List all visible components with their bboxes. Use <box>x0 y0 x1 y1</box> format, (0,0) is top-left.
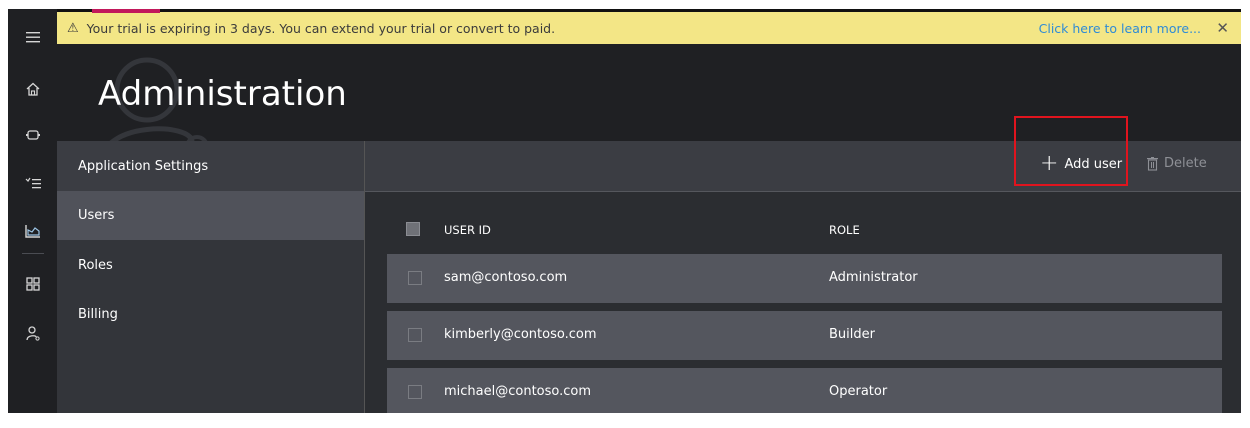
nav-item-application-settings[interactable]: Application Settings <box>57 141 364 191</box>
rail-divider <box>22 253 44 254</box>
app-window: ⚠ Your trial is expiring in 3 days. You … <box>8 9 1241 413</box>
add-user-label: Add user <box>1064 156 1123 172</box>
user-id-cell: sam@contoso.com <box>444 270 568 285</box>
admin-icon[interactable] <box>8 321 57 345</box>
page-title: Administration <box>98 74 347 114</box>
nav-item-users[interactable]: Users <box>57 191 364 240</box>
column-header-role: ROLE <box>829 223 860 237</box>
page-header: Administration <box>57 44 1241 141</box>
user-id-cell: michael@contoso.com <box>444 384 592 399</box>
role-cell: Builder <box>829 327 875 342</box>
accent-tab <box>92 9 160 13</box>
rules-icon[interactable] <box>8 171 57 195</box>
nav-item-roles[interactable]: Roles <box>57 240 364 289</box>
learn-more-link[interactable]: Click here to learn more... <box>1039 21 1201 36</box>
device-icon[interactable] <box>8 123 57 147</box>
settings-nav: Application Settings Users Roles Billing <box>57 141 364 413</box>
role-cell: Administrator <box>829 270 918 285</box>
menu-icon[interactable] <box>8 25 57 49</box>
analytics-icon[interactable] <box>8 219 57 243</box>
banner-message: Your trial is expiring in 3 days. You ca… <box>86 20 556 36</box>
table-row[interactable]: michael@contoso.com Operator <box>387 368 1222 413</box>
nav-item-label: Roles <box>78 258 113 273</box>
trash-icon <box>1147 156 1158 171</box>
nav-item-label: Billing <box>78 307 118 322</box>
table-header: USER ID ROLE <box>387 218 1222 242</box>
column-header-user-id: USER ID <box>444 223 491 237</box>
close-icon[interactable]: ✕ <box>1216 19 1229 37</box>
toolbar: + Add user Delete <box>365 141 1241 192</box>
select-all-checkbox[interactable] <box>406 222 420 236</box>
table-row[interactable]: sam@contoso.com Administrator <box>387 254 1222 303</box>
user-id-cell: kimberly@contoso.com <box>444 327 597 342</box>
nav-item-label: Application Settings <box>78 158 209 174</box>
warning-icon: ⚠ <box>67 20 79 36</box>
table-row[interactable]: kimberly@contoso.com Builder <box>387 311 1222 360</box>
users-panel: + Add user Delete USER ID ROLE sam@conto… <box>364 141 1241 413</box>
nav-item-label: Users <box>78 208 115 223</box>
left-rail <box>8 9 57 413</box>
dashboard-icon[interactable] <box>8 272 57 296</box>
add-user-button[interactable]: + Add user <box>1040 151 1123 176</box>
row-checkbox[interactable] <box>408 328 422 342</box>
nav-item-billing[interactable]: Billing <box>57 289 364 338</box>
role-cell: Operator <box>829 384 888 399</box>
row-checkbox[interactable] <box>408 385 422 399</box>
home-icon[interactable] <box>8 77 57 101</box>
row-checkbox[interactable] <box>408 271 422 285</box>
delete-button[interactable]: Delete <box>1147 156 1207 171</box>
delete-label: Delete <box>1164 156 1207 171</box>
trial-banner: ⚠ Your trial is expiring in 3 days. You … <box>57 12 1241 44</box>
plus-icon: + <box>1040 151 1059 176</box>
